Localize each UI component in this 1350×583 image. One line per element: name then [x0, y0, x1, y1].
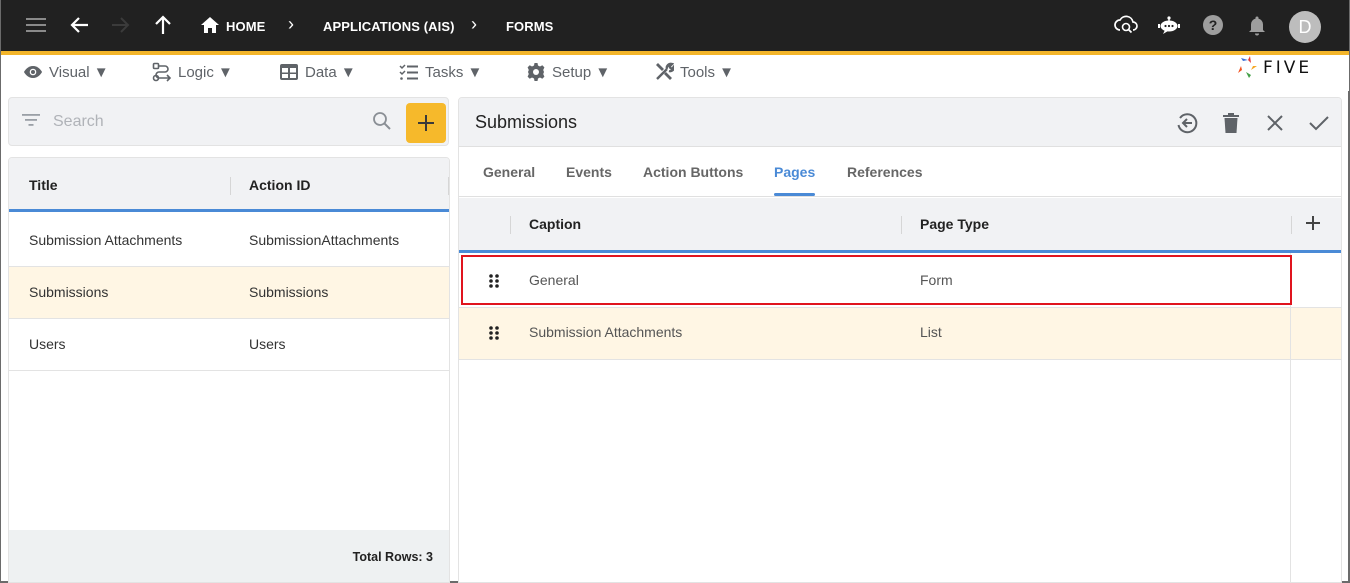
tab-bar: General Events Action Buttons Pages Refe… [459, 147, 1341, 197]
close-icon [1267, 115, 1283, 131]
checkmark-icon [1309, 116, 1329, 131]
logic-flow-icon [152, 62, 172, 82]
notification-bell-icon[interactable] [1245, 13, 1269, 37]
menu-setup-label: Setup ▼ [552, 63, 611, 81]
menu-data[interactable]: Data ▼ [279, 61, 356, 83]
pages-table-row[interactable]: General Form [459, 256, 1341, 308]
table-header: Title Action ID [9, 158, 449, 212]
svg-text:?: ? [1209, 17, 1218, 33]
column-divider[interactable] [510, 216, 511, 234]
action-column-divider [1290, 253, 1291, 582]
pages-table-header: Caption Page Type [459, 198, 1341, 253]
cell-action-id: Users [249, 336, 286, 352]
pages-table-row-selected[interactable]: Submission Attachments List [459, 308, 1341, 360]
total-rows-count: Total Rows: 3 [352, 550, 433, 564]
column-header-title[interactable]: Title [29, 177, 58, 193]
menu-data-label: Data ▼ [305, 63, 356, 81]
menu-tools[interactable]: Tools ▼ [654, 61, 734, 83]
add-page-button[interactable] [1305, 215, 1321, 236]
cell-action-id: Submissions [249, 284, 329, 300]
breadcrumb-separator: › [288, 14, 294, 34]
search-bar: Search [8, 97, 449, 146]
forward-arrow-icon [108, 13, 132, 37]
menu-tasks[interactable]: Tasks ▼ [399, 61, 482, 83]
five-logo-text: FIVE [1263, 58, 1313, 78]
eye-icon [24, 66, 42, 78]
column-divider[interactable] [1291, 216, 1292, 234]
plus-icon [418, 115, 434, 131]
table-row[interactable]: Users Users [9, 319, 449, 371]
history-back-button[interactable] [1174, 110, 1200, 136]
breadcrumb-separator: › [471, 14, 477, 34]
close-button[interactable] [1262, 110, 1288, 136]
panel-title: Submissions [475, 112, 578, 132]
menu-visual[interactable]: Visual ▼ [23, 61, 109, 83]
column-header-action-id[interactable]: Action ID [249, 177, 310, 193]
cell-title: Users [29, 336, 66, 352]
table-grid-icon [280, 64, 298, 80]
cell-page-type: Form [920, 272, 953, 288]
breadcrumb-applications[interactable]: APPLICATIONS (AIS) [323, 19, 455, 34]
cell-caption: Submission Attachments [529, 324, 683, 340]
panel-header: Submissions [459, 98, 1341, 147]
tab-events[interactable]: Events [566, 164, 612, 180]
back-arrow-icon[interactable] [68, 13, 92, 37]
table-row[interactable]: Submission Attachments SubmissionAttachm… [9, 215, 449, 267]
table-row-selected[interactable]: Submissions Submissions [9, 267, 449, 319]
column-divider[interactable] [230, 177, 231, 195]
top-app-bar: HOME › APPLICATIONS (AIS) › FORMS ? D [1, 0, 1349, 51]
forms-list-table: Title Action ID Submission Attachments S… [8, 157, 450, 583]
drag-handle-icon[interactable] [488, 325, 500, 344]
column-header-page-type[interactable]: Page Type [920, 216, 989, 232]
gear-icon [527, 63, 545, 81]
menu-logic[interactable]: Logic ▼ [152, 61, 233, 83]
cell-caption: General [529, 272, 579, 288]
menu-bar: Visual ▼ Logic ▼ Data ▼ Tasks ▼ Setup ▼ … [1, 55, 1349, 91]
tab-references[interactable]: References [847, 164, 923, 180]
tab-action-buttons[interactable]: Action Buttons [643, 164, 743, 180]
delete-button[interactable] [1218, 110, 1244, 136]
home-icon[interactable] [198, 13, 222, 37]
plus-icon [1306, 216, 1320, 230]
user-avatar[interactable]: D [1289, 11, 1321, 43]
column-divider[interactable] [901, 216, 902, 234]
cell-page-type: List [920, 324, 942, 340]
search-icon[interactable] [372, 111, 392, 136]
tools-icon [656, 62, 674, 80]
up-arrow-icon[interactable] [151, 13, 175, 37]
tab-pages[interactable]: Pages [774, 164, 815, 180]
menu-icon[interactable] [24, 13, 48, 37]
menu-tasks-label: Tasks ▼ [425, 63, 483, 81]
cell-title: Submission Attachments [29, 232, 183, 248]
help-icon[interactable]: ? [1201, 13, 1225, 37]
menu-visual-label: Visual ▼ [49, 63, 109, 81]
drag-handle-icon[interactable] [488, 273, 500, 292]
column-header-caption[interactable]: Caption [529, 216, 581, 232]
menu-tools-label: Tools ▼ [680, 63, 735, 81]
chatbot-icon[interactable] [1157, 13, 1181, 37]
table-footer: Total Rows: 3 [9, 530, 449, 582]
active-tab-indicator [774, 193, 815, 196]
five-logo: FIVE [1237, 56, 1312, 80]
cell-title: Submissions [29, 284, 109, 300]
save-button[interactable] [1306, 110, 1332, 136]
cell-action-id: SubmissionAttachments [249, 232, 400, 248]
breadcrumb-forms[interactable]: FORMS [506, 19, 553, 34]
filter-icon[interactable] [22, 113, 40, 132]
tab-general[interactable]: General [483, 164, 535, 180]
trash-icon [1223, 113, 1239, 133]
checklist-icon [399, 64, 418, 80]
add-record-button[interactable] [406, 103, 446, 143]
form-detail-panel: Submissions General Events Action Button… [458, 97, 1342, 583]
cloud-search-icon[interactable] [1114, 13, 1138, 37]
five-logo-icon [1238, 56, 1257, 78]
breadcrumb-home[interactable]: HOME [226, 19, 265, 34]
menu-setup[interactable]: Setup ▼ [526, 61, 610, 83]
column-divider[interactable] [448, 177, 449, 195]
search-input[interactable]: Search [53, 113, 104, 131]
menu-logic-label: Logic ▼ [178, 63, 233, 81]
circle-arrow-left-icon [1177, 113, 1198, 134]
